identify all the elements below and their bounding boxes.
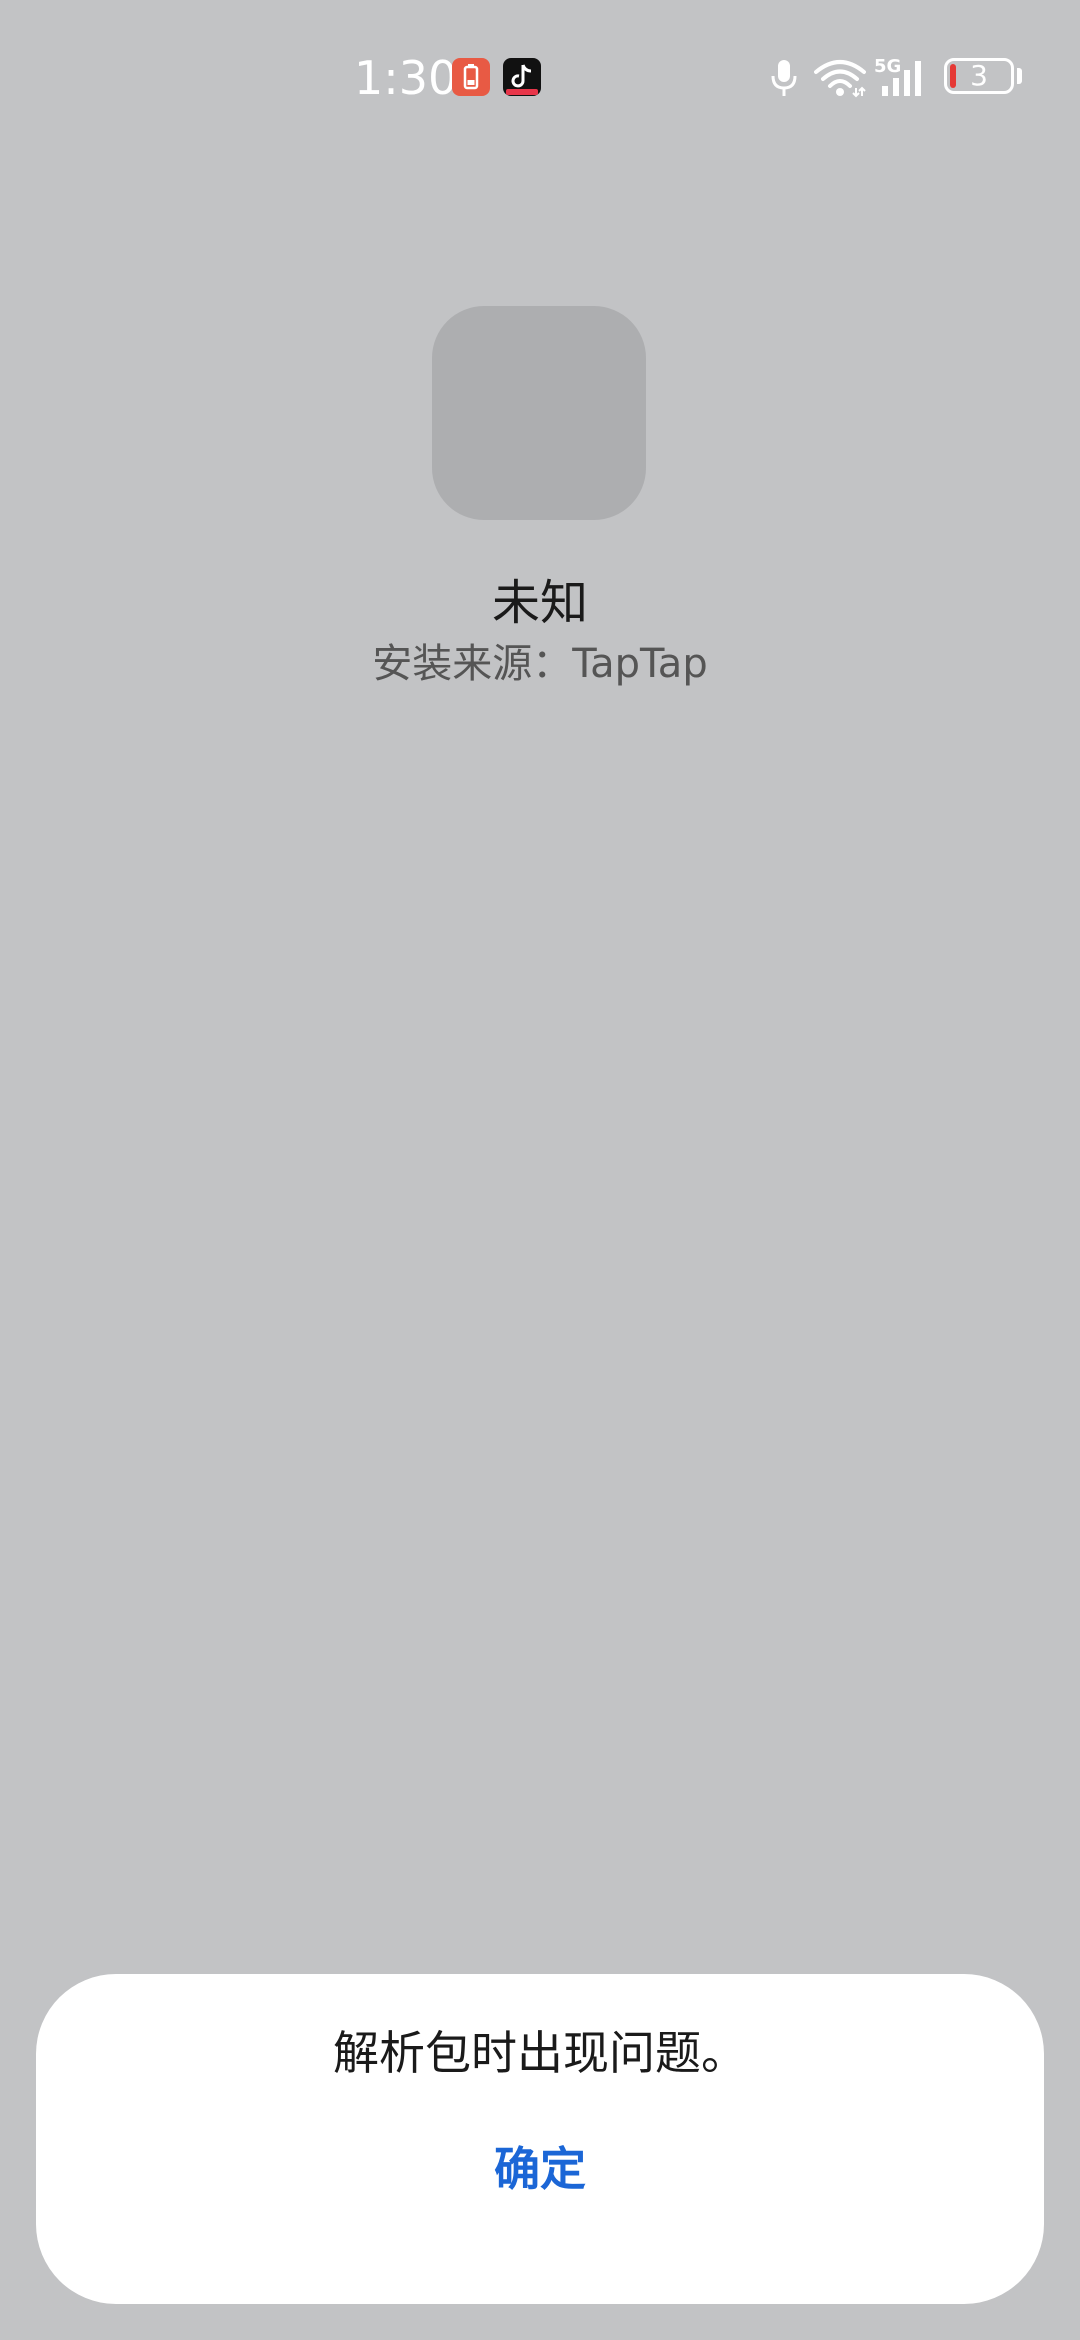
wifi-icon [814,60,866,98]
status-bar: 1:30 5G 3 [0,0,1080,150]
dialog-message: 解析包时出现问题。 [333,2026,747,2080]
cellular-signal-icon [882,61,921,96]
microphone-icon [771,60,797,96]
battery-level-text: 3 [970,59,988,92]
confirm-button[interactable]: 确定 [440,2134,640,2204]
app-name: 未知 [491,575,588,631]
tiktok-icon [503,58,541,96]
install-source: 安装来源：TapTap [372,641,708,687]
battery-icon: 3 [944,58,1014,94]
battery-alert-icon [452,58,490,96]
status-time: 1:30 [354,51,458,105]
app-placeholder-icon [432,306,646,520]
battery-tip [1017,68,1022,84]
error-dialog: 解析包时出现问题。 确定 [36,1974,1044,2304]
